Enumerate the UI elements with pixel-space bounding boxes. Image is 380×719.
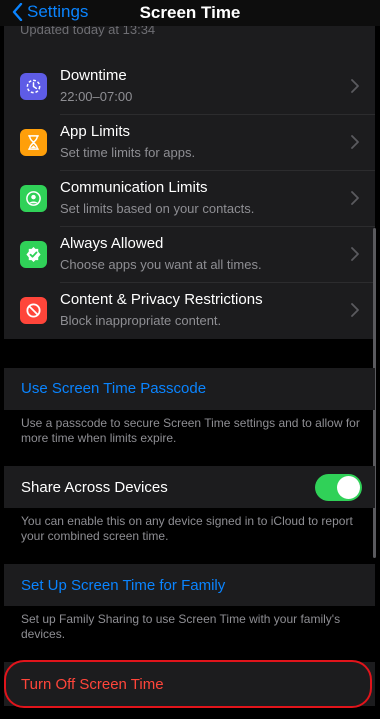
navigation-bar: Settings Screen Time	[0, 0, 380, 26]
chevron-right-icon	[351, 247, 359, 261]
content-privacy-subtitle: Block inappropriate content.	[60, 313, 222, 328]
usage-summary-cell[interactable]: Updated today at 13:34	[4, 20, 375, 60]
back-button[interactable]: Settings	[12, 2, 88, 22]
passcode-footer: Use a passcode to secure Screen Time set…	[21, 416, 360, 445]
app-limits-title: App Limits	[60, 123, 131, 140]
turn-off-button[interactable]: Turn Off Screen Time	[21, 676, 164, 693]
communication-limits-title: Communication Limits	[60, 179, 208, 196]
downtime-title: Downtime	[60, 67, 127, 84]
family-setup-button[interactable]: Set Up Screen Time for Family	[21, 577, 225, 594]
no-entry-icon	[20, 297, 47, 324]
use-passcode-cell[interactable]: Use Screen Time Passcode	[4, 368, 375, 410]
screen-time-options-group: Downtime 22:00–07:00 App Limits Set time…	[4, 58, 375, 339]
app-limits-row[interactable]: App Limits Set time limits for apps.	[4, 114, 375, 170]
toggle-knob	[337, 476, 360, 499]
back-label: Settings	[27, 2, 89, 21]
turn-off-cell[interactable]: Turn Off Screen Time	[4, 662, 375, 706]
checkmark-badge-icon	[20, 241, 47, 268]
chevron-right-icon	[351, 191, 359, 205]
share-footer: You can enable this on any device signed…	[21, 514, 353, 543]
communication-limits-row[interactable]: Communication Limits Set limits based on…	[4, 170, 375, 226]
communication-limits-subtitle: Set limits based on your contacts.	[60, 201, 255, 216]
downtime-subtitle: 22:00–07:00	[60, 89, 133, 104]
chevron-left-icon	[12, 3, 23, 21]
downtime-row[interactable]: Downtime 22:00–07:00	[4, 58, 375, 114]
content-privacy-title: Content & Privacy Restrictions	[60, 291, 263, 308]
moon-clock-icon	[20, 73, 47, 100]
always-allowed-row[interactable]: Always Allowed Choose apps you want at a…	[4, 226, 375, 282]
always-allowed-subtitle: Choose apps you want at all times.	[60, 257, 262, 272]
app-limits-subtitle: Set time limits for apps.	[60, 145, 196, 160]
share-across-devices-toggle[interactable]	[315, 474, 362, 501]
content-privacy-row[interactable]: Content & Privacy Restrictions Block ina…	[4, 282, 375, 338]
chevron-right-icon	[351, 135, 359, 149]
person-circle-icon	[20, 185, 47, 212]
use-passcode-button[interactable]: Use Screen Time Passcode	[21, 380, 206, 397]
chevron-right-icon	[351, 79, 359, 93]
share-across-devices-label: Share Across Devices	[21, 479, 168, 496]
family-setup-cell[interactable]: Set Up Screen Time for Family	[4, 564, 375, 606]
hourglass-icon	[20, 129, 47, 156]
always-allowed-title: Always Allowed	[60, 235, 164, 252]
family-footer: Set up Family Sharing to use Screen Time…	[21, 612, 341, 641]
chevron-right-icon	[351, 303, 359, 317]
